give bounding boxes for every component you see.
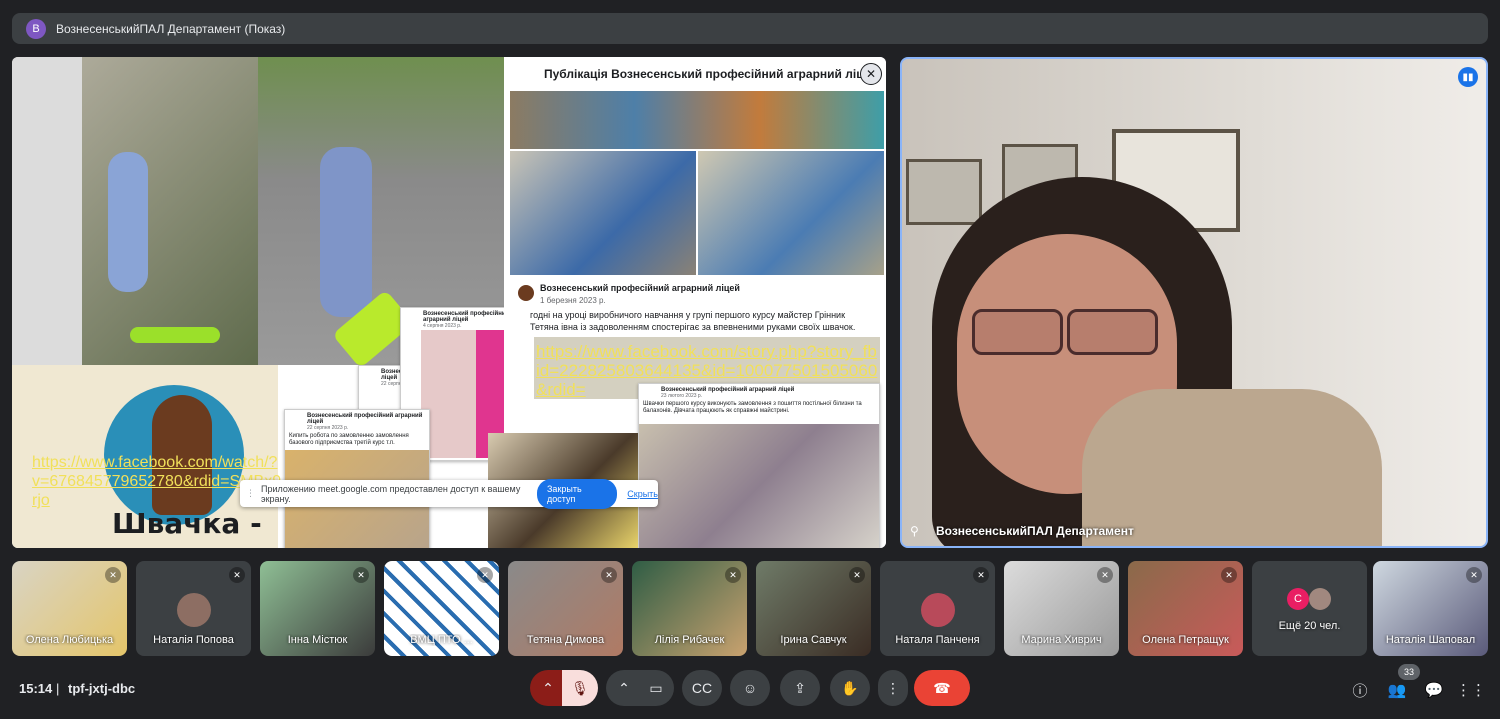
mic-off-icon: ✕ [601,567,617,583]
more-options-button[interactable]: ⋮ [878,670,908,706]
fb-card-4: Вознесенський професійний аграрний ліцей… [284,409,430,548]
call-controls-bar: 15:14 | tpf-jxtj-dbc ⌃ 🎙 ⌃ ▭ CC ☺ ⇪ ✋ ⋮ … [0,664,1500,719]
participant-tile[interactable]: ✕ Наталія Шаповал [1373,561,1488,656]
chevron-up-icon: ⌃ [618,679,630,696]
wall-frame-2 [906,159,982,225]
photo-child-back [320,147,372,317]
people-count-badge: 33 [1398,664,1420,680]
fb-page-avatar [518,285,534,301]
reactions-button[interactable]: ☺ [730,670,770,706]
avatar: С [1287,588,1309,610]
hand-icon: ✋ [841,679,859,696]
participant-tile[interactable]: ✕ Наталія Попова [136,561,251,656]
fb-photo-class-2 [698,151,884,275]
avatar [176,593,211,627]
more-vert-icon: ⋮ [886,679,900,696]
participant-tile[interactable]: ✕ Марина Хиврич [1004,561,1119,656]
fb-post-text: годні на уроці виробничого навчання у гр… [530,310,856,332]
separator: | [56,681,60,696]
speaker-glasses-right [1067,309,1158,355]
participant-tile[interactable]: ✕ Олена Петращук [1128,561,1243,656]
camera-icon: ▭ [649,679,663,696]
mic-off-icon: ✕ [973,567,989,583]
photo-skateboard [130,327,220,343]
chevron-up-icon: ⌃ [542,679,554,696]
photo-child [108,152,148,292]
end-call-icon: ☎ [933,679,951,696]
present-screen-icon: ⇪ [794,679,806,696]
mic-off-icon: ✕ [849,567,865,583]
clock: 15:14 [19,681,53,696]
camera-toggle-button[interactable]: ▭ [638,670,674,706]
shvachka-label: Швачка - [112,507,262,540]
mic-off-icon: ✕ [1466,567,1482,583]
photo-girl-skateboard-1 [12,57,258,365]
hide-notification-link[interactable]: Скрыть [627,489,658,499]
avatar [1309,588,1331,610]
participant-tile[interactable]: ✕ Інна Містюк [260,561,375,656]
meeting-title-bar: В ВознесенськийПАЛ Департамент (Показ) [12,13,1488,44]
emoji-icon: ☺ [742,680,758,696]
speaking-indicator-icon: ▮▮ [1458,67,1478,87]
meeting-code: tpf-jxtj-dbc [68,681,136,696]
video-options-button[interactable]: ⌃ [606,670,642,706]
participant-tile[interactable]: ✕ Наталя Панченя [880,561,995,656]
participant-tile[interactable]: ✕ Тетяна Димова [508,561,623,656]
fb-card-3: Вознесенський професійний аграрний ліцей… [638,383,880,548]
captions-button[interactable]: CC [682,670,722,706]
present-button[interactable]: ⇪ [780,670,820,706]
sewing-class-photo [639,424,879,548]
participant-strip: ✕ Олена Любицька ✕ Наталія Попова ✕ Інна… [12,561,1488,656]
mic-off-icon: ✕ [1097,567,1113,583]
activities-icon[interactable]: ⋮⋮ [1456,678,1486,702]
mic-off-icon: ✕ [105,567,121,583]
people-icon[interactable]: 👥 [1385,678,1409,702]
meeting-info-icon[interactable]: ⓘ [1348,678,1372,702]
avatar [920,593,955,627]
audio-options-button[interactable]: ⌃ [530,670,566,706]
photo-wall [12,57,82,365]
captions-icon: CC [691,680,713,696]
drag-handle-icon[interactable]: ⋮ [246,488,255,499]
chat-icon[interactable]: 💬 [1422,678,1446,702]
fb-post-date: 1 березня 2023 р. [540,296,606,305]
stop-sharing-button[interactable]: Закрыть доступ [537,478,618,509]
mic-off-icon: ✕ [477,567,493,583]
speaker-name: ВознесенськийПАЛ Департамент [936,524,1134,538]
fb-photo-top [510,91,884,149]
mic-off-icon: ✕ [725,567,741,583]
mic-off-icon: ✕ [229,567,245,583]
fb-photo-class-1 [510,151,696,275]
close-icon[interactable]: ✕ [860,63,882,85]
participant-tile[interactable]: ✕ Олена Любицька [12,561,127,656]
mic-toggle-button[interactable]: 🎙 [562,670,598,706]
participant-tile[interactable]: ✕ Ірина Савчук [756,561,871,656]
participant-tile[interactable]: ✕ Лілія Рибачек [632,561,747,656]
fb-post-author: Вознесенський професійний аграрний ліцей [540,283,740,293]
speaker-glasses-left [972,309,1063,355]
participant-tile[interactable]: ✕ ВМЦ ПТО ... [384,561,499,656]
shared-screen: Швачка - https://www.facebook.com/watch/… [12,57,886,548]
presentation-title: ВознесенськийПАЛ Департамент (Показ) [56,21,286,36]
fb-post-title: Публікація Вознесенський професійний агр… [544,67,878,81]
mic-off-icon: ✕ [353,567,369,583]
leave-call-button[interactable]: ☎ [914,670,970,706]
more-participants-tile[interactable]: С Ещё 20 чел. [1252,561,1367,656]
mic-off-icon: 🎙 [571,679,589,696]
screen-share-notification: ⋮ Приложению meet.google.com предоставле… [240,478,658,509]
presenter-avatar: В [26,18,46,39]
pin-icon[interactable]: ⚲ [910,524,919,538]
share-notification-text: Приложению meet.google.com предоставлен … [261,483,521,504]
active-speaker-tile[interactable]: ▮▮ ⚲ ВознесенськийПАЛ Департамент [900,57,1488,548]
raise-hand-button[interactable]: ✋ [830,670,870,706]
mic-off-icon: ✕ [1221,567,1237,583]
